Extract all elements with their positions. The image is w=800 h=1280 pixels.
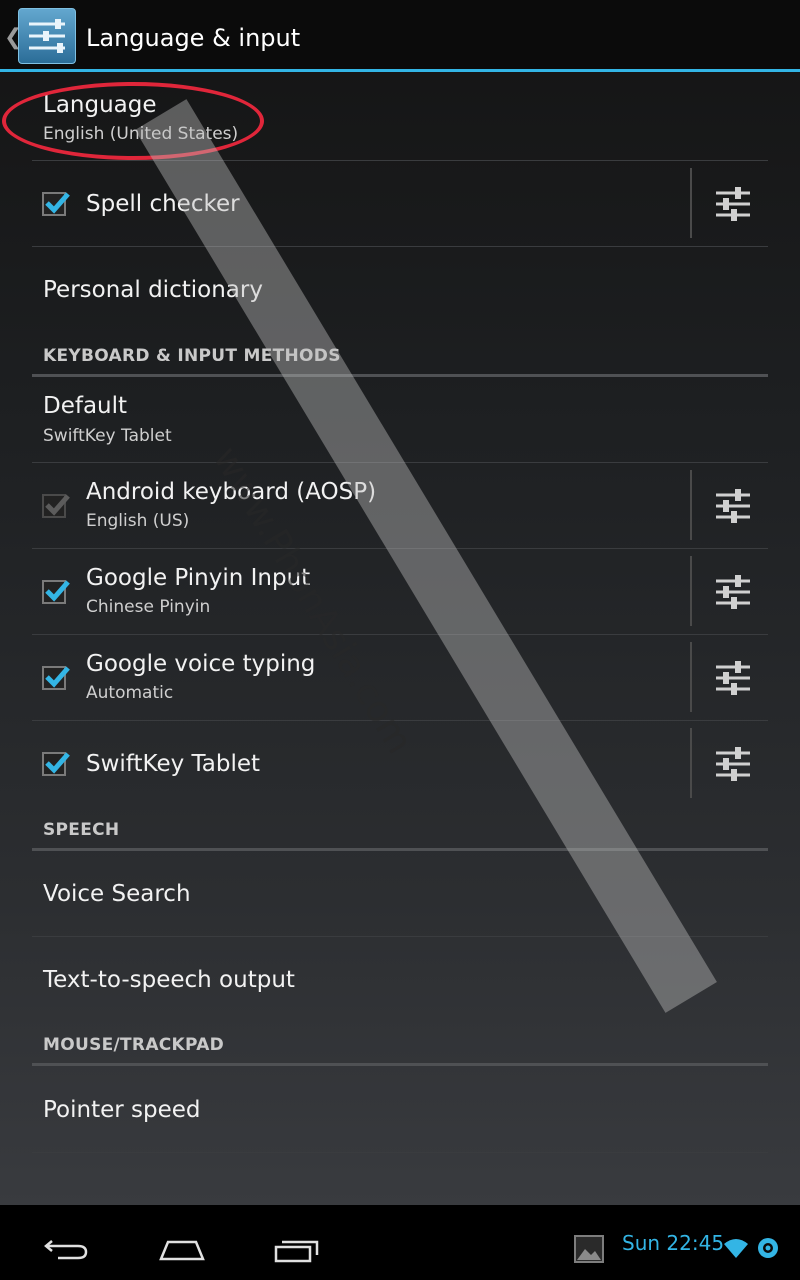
status-clock: Sun 22:45 (622, 1231, 725, 1255)
swiftkey-tablet-checkbox[interactable] (42, 752, 70, 776)
tts-output-title: Text-to-speech output (43, 967, 295, 993)
google-pinyin-summary: Chinese Pinyin (86, 597, 211, 617)
system-nav-bar: Sun 22:45 (0, 1205, 800, 1280)
pointer-speed-row[interactable]: Pointer speed (32, 1066, 768, 1153)
default-keyboard-row[interactable]: Default SwiftKey Tablet (32, 377, 768, 463)
pointer-speed-title: Pointer speed (43, 1097, 201, 1123)
voice-search-title: Voice Search (43, 881, 191, 907)
section-header-speech: SPEECH (32, 807, 768, 851)
action-bar: ❮ Language & input (0, 0, 800, 72)
wifi-icon (722, 1235, 750, 1263)
row-divider (690, 728, 692, 798)
home-icon[interactable] (158, 1239, 206, 1265)
settings-sliders-icon[interactable] (714, 487, 752, 525)
settings-sliders-icon[interactable] (714, 185, 752, 223)
google-voice-typing-title: Google voice typing (86, 651, 316, 677)
default-title: Default (43, 393, 128, 419)
screenshot-icon[interactable] (574, 1235, 604, 1267)
section-title-speech: SPEECH (43, 820, 120, 840)
recent-apps-icon[interactable] (274, 1239, 320, 1267)
sync-icon (756, 1236, 780, 1264)
settings-sliders-icon[interactable] (714, 573, 752, 611)
settings-app-icon[interactable] (18, 8, 76, 64)
settings-screen: ❮ Language & input Language English (Uni… (0, 0, 800, 1280)
google-voice-typing-checkbox[interactable] (42, 666, 70, 690)
google-pinyin-checkbox[interactable] (42, 580, 70, 604)
row-divider (690, 470, 692, 540)
row-divider (690, 642, 692, 712)
default-summary: SwiftKey Tablet (43, 426, 172, 446)
swiftkey-tablet-title: SwiftKey Tablet (86, 751, 261, 777)
row-divider (690, 556, 692, 626)
section-title-mouse: MOUSE/TRACKPAD (43, 1035, 225, 1055)
section-header-mouse: MOUSE/TRACKPAD (32, 1023, 768, 1066)
android-keyboard-checkbox[interactable] (42, 494, 70, 518)
spell-checker-checkbox[interactable] (42, 192, 70, 216)
page-title: Language & input (86, 24, 301, 52)
row-divider (690, 168, 692, 238)
highlight-ellipse (2, 82, 264, 160)
personal-dictionary-row[interactable]: Personal dictionary (32, 247, 768, 333)
android-keyboard-summary: English (US) (86, 511, 190, 531)
settings-sliders-icon[interactable] (714, 745, 752, 783)
section-header-keyboard: KEYBOARD & INPUT METHODS (32, 333, 768, 377)
spell-checker-row[interactable]: Spell checker (32, 161, 768, 247)
google-voice-typing-summary: Automatic (86, 683, 174, 703)
back-icon[interactable] (44, 1237, 90, 1265)
settings-sliders-icon[interactable] (714, 659, 752, 697)
